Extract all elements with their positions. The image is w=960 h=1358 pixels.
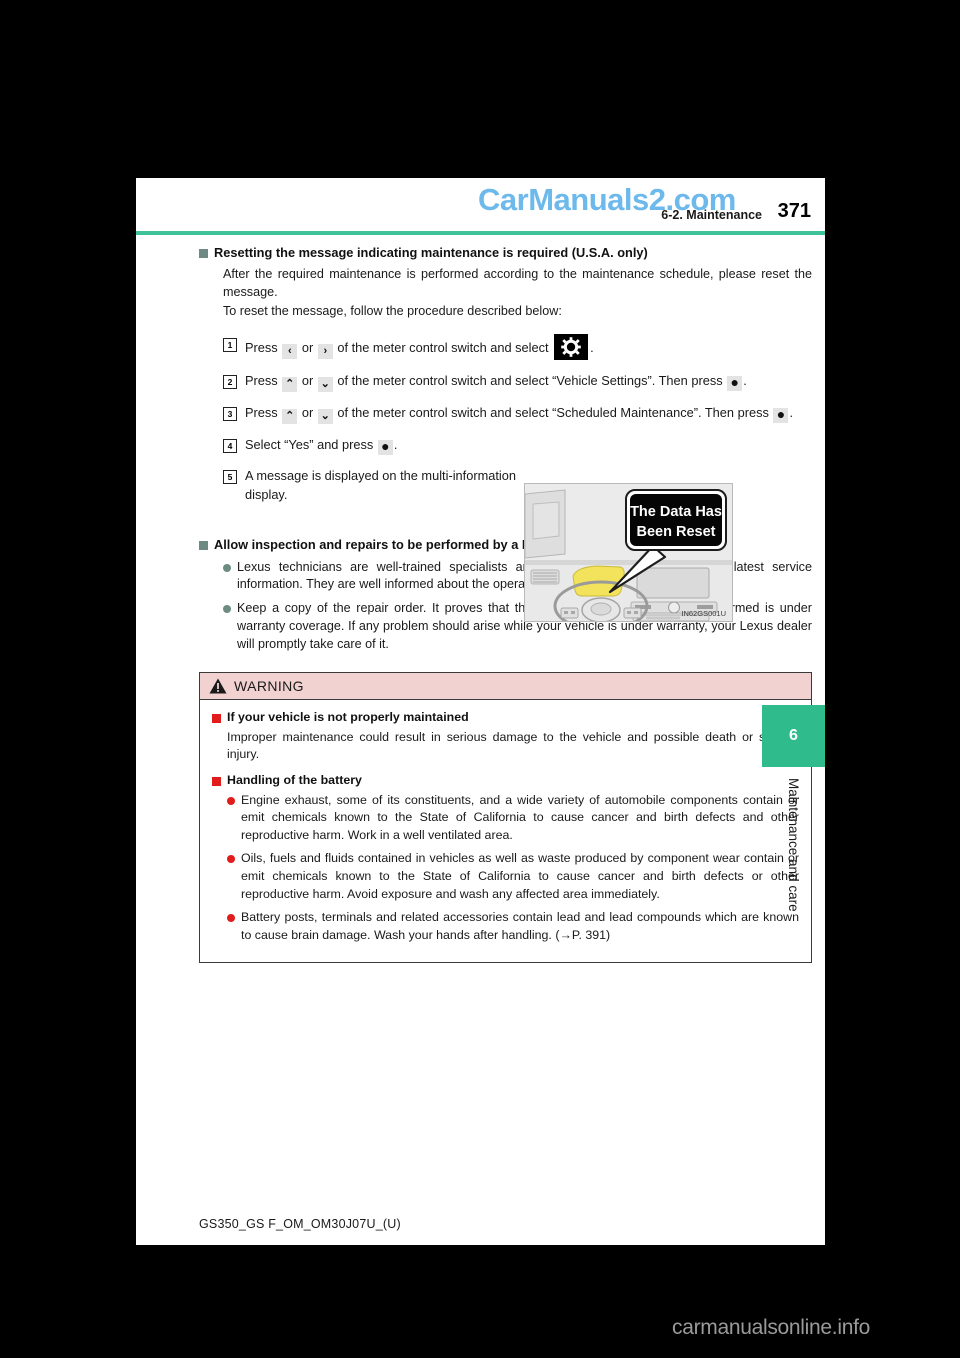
step-number-badge: 4: [223, 438, 237, 453]
disc-bullet-icon: [227, 855, 235, 864]
meter-control-key-icon: ⌃: [282, 376, 298, 392]
gear-icon: [554, 333, 589, 360]
illustration-code: IN62GS001U: [681, 609, 726, 618]
reset-intro-paragraph-1: After the required maintenance is perfor…: [223, 267, 812, 300]
step-item: 4 Select “Yes” and press ●.: [223, 435, 812, 455]
chapter-tab-label: Maintenance and care: [762, 770, 825, 1000]
warning-block-heading: If your vehicle is not properly maintain…: [212, 709, 799, 726]
disc-bullet-icon: [227, 914, 235, 923]
warning-box: WARNING If your vehicle is not properly …: [199, 671, 812, 964]
disc-bullet-icon: [223, 563, 231, 572]
disc-bullet-icon: [223, 605, 231, 614]
disc-bullet-icon: [227, 796, 235, 805]
watermark-top: CarManuals2.com: [478, 182, 736, 217]
step-item: 2 Press ⌃ or ⌄ of the meter control switc…: [223, 371, 812, 392]
list-item: Oils, fuels and fluids contained in vehi…: [227, 850, 799, 903]
reset-intro-paragraph-2: To reset the message, follow the procedu…: [223, 304, 562, 319]
dashboard-illustration: The Data Has Been Reset IN62GS001U: [525, 484, 732, 621]
square-bullet-icon: [199, 249, 208, 258]
step-text: A message is displayed on the multi-info…: [245, 467, 517, 503]
footer-document-code: GS350_GS F_OM_OM30J07U_(U): [199, 1217, 401, 1231]
display-message-line1: The Data Has: [630, 504, 722, 520]
step-number-badge: 5: [223, 469, 237, 484]
document-page: 6-2. Maintenance 371 Resetting the messa…: [136, 178, 825, 1245]
warning-paragraph: Improper maintenance could result in ser…: [227, 729, 799, 762]
square-bullet-icon: [212, 713, 221, 723]
step-item: 5 A message is displayed on the multi-inf…: [223, 466, 533, 504]
step-item: 1 Press ‹ or › of the meter control switc…: [223, 333, 812, 360]
page-number: 371: [777, 200, 811, 222]
meter-control-key-icon: ●: [727, 375, 743, 391]
meter-control-key-icon: ⌄: [317, 408, 333, 424]
meter-control-key-icon: ›: [317, 343, 333, 359]
heading-text: If your vehicle is not properly maintain…: [227, 709, 469, 724]
chapter-label-text: Maintenance and care: [786, 778, 801, 912]
meter-control-key-icon: ⌄: [317, 376, 333, 392]
heading-text: Handling of the battery: [227, 772, 362, 787]
step-item: 3 Press ⌃ or ⌄ of the meter control switc…: [223, 403, 812, 424]
warning-block-heading: Handling of the battery: [212, 772, 799, 789]
numbered-steps-list: 1 Press ‹ or › of the meter control switc…: [223, 333, 812, 504]
step-number-badge: 1: [223, 337, 237, 352]
meter-control-key-icon: ⌃: [282, 408, 298, 424]
heading-resetting-message: Resetting the message indicating mainten…: [199, 244, 812, 261]
warning-triangle-icon: [209, 678, 227, 694]
warning-header: WARNING: [200, 672, 811, 700]
list-item: Engine exhaust, some of its constituents…: [227, 792, 799, 845]
display-message-line2: Been Reset: [637, 524, 716, 540]
meter-control-key-icon: ●: [377, 439, 393, 455]
square-bullet-icon: [199, 541, 208, 551]
watermark-bottom: carmanualsonline.info: [672, 1316, 870, 1339]
chapter-number-text: 6: [789, 727, 798, 744]
step-text: Press ‹ or › of the meter control switch…: [245, 333, 812, 360]
list-item-text: Oils, fuels and fluids contained in vehi…: [241, 851, 799, 901]
meter-control-key-icon: ‹: [282, 343, 298, 359]
list-item: Battery posts, terminals and related acc…: [227, 909, 799, 944]
meter-control-key-icon: ●: [773, 407, 789, 423]
warning-title: WARNING: [234, 677, 304, 694]
list-item-text: Battery posts, terminals and related acc…: [241, 910, 799, 942]
step-text: Press ⌃ or ⌄ of the meter control switch…: [245, 404, 793, 424]
step-text: Press ⌃ or ⌄ of the meter control switch…: [245, 372, 747, 392]
square-bullet-icon: [212, 776, 221, 786]
illustration-multi-information-display: The Data Has Been Reset IN62GS001U: [524, 483, 733, 622]
heading-text: Resetting the message indicating mainten…: [214, 245, 648, 260]
step-text: Select “Yes” and press ●.: [245, 436, 398, 455]
step-number-badge: 2: [223, 374, 237, 389]
step-number-badge: 3: [223, 406, 237, 421]
list-item-text: Engine exhaust, some of its constituents…: [241, 792, 799, 842]
warning-body: If your vehicle is not properly maintain…: [200, 700, 811, 963]
header-divider-rule: [136, 231, 825, 235]
chapter-tab-number: 6: [762, 705, 825, 767]
warning-bullet-list: Engine exhaust, some of its constituents…: [227, 792, 799, 945]
